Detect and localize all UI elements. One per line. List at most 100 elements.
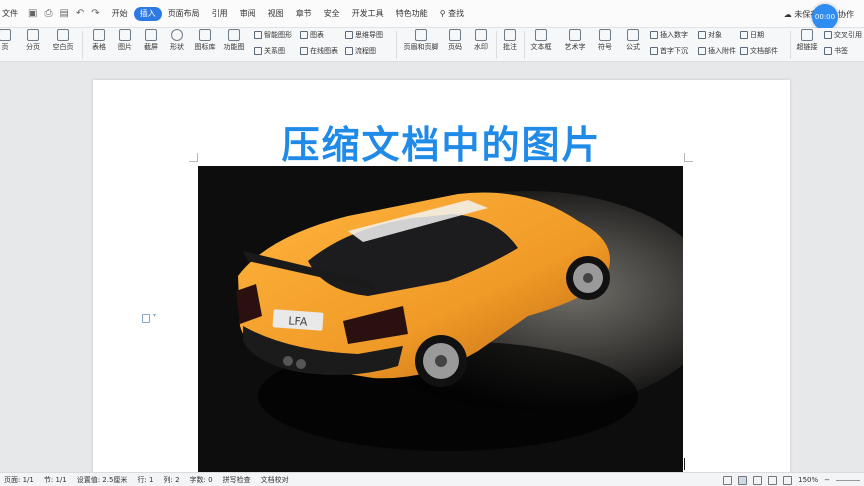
tab-review[interactable]: 审阅 [234, 7, 262, 21]
tab-insert[interactable]: 插入 [133, 6, 162, 21]
ribbon-insert-number[interactable]: 插入数字 [650, 30, 688, 40]
read-mode-icon[interactable] [723, 475, 733, 485]
function-chart-icon [228, 29, 240, 41]
textbox-icon [535, 29, 547, 41]
license-plate-text: LFA [288, 314, 308, 328]
ribbon-separator [396, 31, 397, 59]
status-row[interactable]: 行: 1 [133, 475, 159, 485]
header-footer-icon [415, 29, 427, 41]
ribbon-table-button[interactable]: 表格 [86, 28, 112, 52]
ribbon-page-break-button[interactable]: 分页 [20, 28, 46, 52]
undo-icon[interactable]: ↶ [76, 8, 84, 19]
shape-icon [171, 29, 183, 41]
ribbon-page-button[interactable]: 页 [0, 28, 18, 52]
mind-map-icon [345, 31, 353, 39]
ribbon-document-parts[interactable]: 文档部件 [740, 46, 778, 56]
menu-bar: 文件 ▣ ⎙ ▤ ↶ ↷ 开始 插入 页面布局 引用 审阅 视图 章节 安全 开… [0, 0, 864, 28]
smart-graphic-icon [254, 31, 262, 39]
redo-icon[interactable]: ↷ [91, 8, 99, 19]
status-section[interactable]: 节: 1/1 [40, 475, 73, 485]
status-spell-check[interactable]: 拼写检查 [219, 475, 257, 485]
ribbon-hyperlink-button[interactable]: 超链接 [793, 28, 821, 52]
ribbon-icon-library-button[interactable]: 图标库 [192, 28, 218, 52]
object-icon [698, 31, 706, 39]
ribbon-blank-page-button[interactable]: 空白页 [50, 28, 76, 52]
page-view-icon[interactable] [738, 475, 748, 485]
status-page[interactable]: 页面: 1/1 [0, 475, 40, 485]
save-icon[interactable]: ▣ [28, 8, 37, 19]
zoom-slider[interactable] [836, 479, 860, 481]
chart-icon [300, 31, 308, 39]
picture-icon [119, 29, 131, 41]
online-chart-icon [300, 47, 308, 55]
date-icon [740, 31, 748, 39]
document-parts-icon [740, 47, 748, 55]
document-title[interactable]: 压缩文档中的图片 [93, 114, 790, 169]
preview-icon[interactable]: ▤ [59, 8, 68, 19]
ribbon-drop-cap[interactable]: 首字下沉 [650, 46, 688, 56]
ribbon-cross-reference[interactable]: 交叉引用 [824, 30, 862, 40]
ribbon-smart-graphic[interactable]: 智能图形 [254, 30, 292, 40]
ribbon-online-chart[interactable]: 在线图表 [300, 46, 338, 56]
zoom-out-icon[interactable]: − [824, 476, 830, 484]
ribbon-word-art-button[interactable]: 艺术字 [562, 28, 588, 52]
flowchart-icon [345, 47, 353, 55]
number-icon [650, 31, 658, 39]
attachment-icon [698, 47, 706, 55]
file-menu[interactable]: 文件 [0, 8, 22, 19]
ribbon-insert-attachment[interactable]: 插入附件 [698, 46, 736, 56]
link-icon [801, 29, 813, 41]
watermark-icon [475, 29, 487, 41]
ribbon-comment-button[interactable]: 批注 [497, 28, 523, 52]
cross-reference-icon [824, 31, 832, 39]
search-button[interactable]: ⚲ 查找 [434, 8, 470, 19]
print-icon[interactable]: ⎙ [44, 8, 52, 19]
tab-special-features[interactable]: 特色功能 [390, 7, 434, 21]
cloud-icon: ☁ [783, 9, 792, 19]
status-position[interactable]: 设置值: 2.5厘米 [73, 475, 134, 485]
tab-developer[interactable]: 开发工具 [346, 7, 390, 21]
status-word-count[interactable]: 字数: 0 [186, 475, 219, 485]
document-page[interactable]: 压缩文档中的图片 LFA [93, 80, 790, 486]
status-column[interactable]: 列: 2 [159, 475, 185, 485]
recording-timer[interactable]: 00:00 [812, 4, 838, 30]
ribbon-object[interactable]: 对象 [698, 30, 722, 40]
page-break-icon [27, 29, 39, 41]
ribbon-textbox-button[interactable]: 文本框 [528, 28, 554, 52]
ribbon-function-chart-button[interactable]: 功能图 [221, 28, 247, 52]
page-icon [0, 29, 11, 41]
ribbon-header-footer-button[interactable]: 页眉和页脚 [401, 28, 441, 52]
ribbon-relation-chart[interactable]: 关系图 [254, 46, 285, 56]
web-view-icon[interactable] [768, 475, 778, 485]
quick-access-toolbar: ▣ ⎙ ▤ ↶ ↷ [22, 8, 106, 19]
ribbon-bookmark[interactable]: 书签 [824, 46, 848, 56]
omega-icon [599, 29, 611, 41]
eye-protection-icon[interactable] [783, 475, 793, 485]
status-proofread[interactable]: 文档校对 [257, 475, 295, 485]
tab-page-layout[interactable]: 页面布局 [162, 7, 206, 21]
ribbon-page-number-button[interactable]: 页码 [442, 28, 468, 52]
ribbon-insert: 页 分页 空白页 表格 图片 截屏 形状 图标库 功能图 智能图形 图表 思维导… [0, 28, 864, 62]
ribbon-chart[interactable]: 图表 [300, 30, 324, 40]
paragraph-layout-icon[interactable] [142, 312, 156, 323]
ribbon-picture-button[interactable]: 图片 [112, 28, 138, 52]
ribbon-flowchart[interactable]: 流程图 [345, 46, 376, 56]
tab-section[interactable]: 章节 [290, 7, 318, 21]
search-label: 查找 [448, 9, 465, 18]
ribbon-shape-button[interactable]: 形状 [164, 28, 190, 52]
tab-references[interactable]: 引用 [206, 7, 234, 21]
ribbon-date[interactable]: 日期 [740, 30, 764, 40]
ribbon-mind-map[interactable]: 思维导图 [345, 30, 383, 40]
tab-home[interactable]: 开始 [106, 7, 134, 21]
ribbon-screenshot-button[interactable]: 截屏 [138, 28, 164, 52]
car-photo[interactable]: LFA [198, 166, 683, 486]
zoom-level[interactable]: 150% [798, 476, 818, 484]
bookmark-icon [824, 47, 832, 55]
ribbon-symbol-button[interactable]: 符号 [592, 28, 618, 52]
screenshot-icon [145, 29, 157, 41]
tab-security[interactable]: 安全 [318, 7, 346, 21]
tab-view[interactable]: 视图 [262, 7, 290, 21]
outline-view-icon[interactable] [753, 475, 763, 485]
ribbon-watermark-button[interactable]: 水印 [468, 28, 494, 52]
ribbon-formula-button[interactable]: 公式 [620, 28, 646, 52]
